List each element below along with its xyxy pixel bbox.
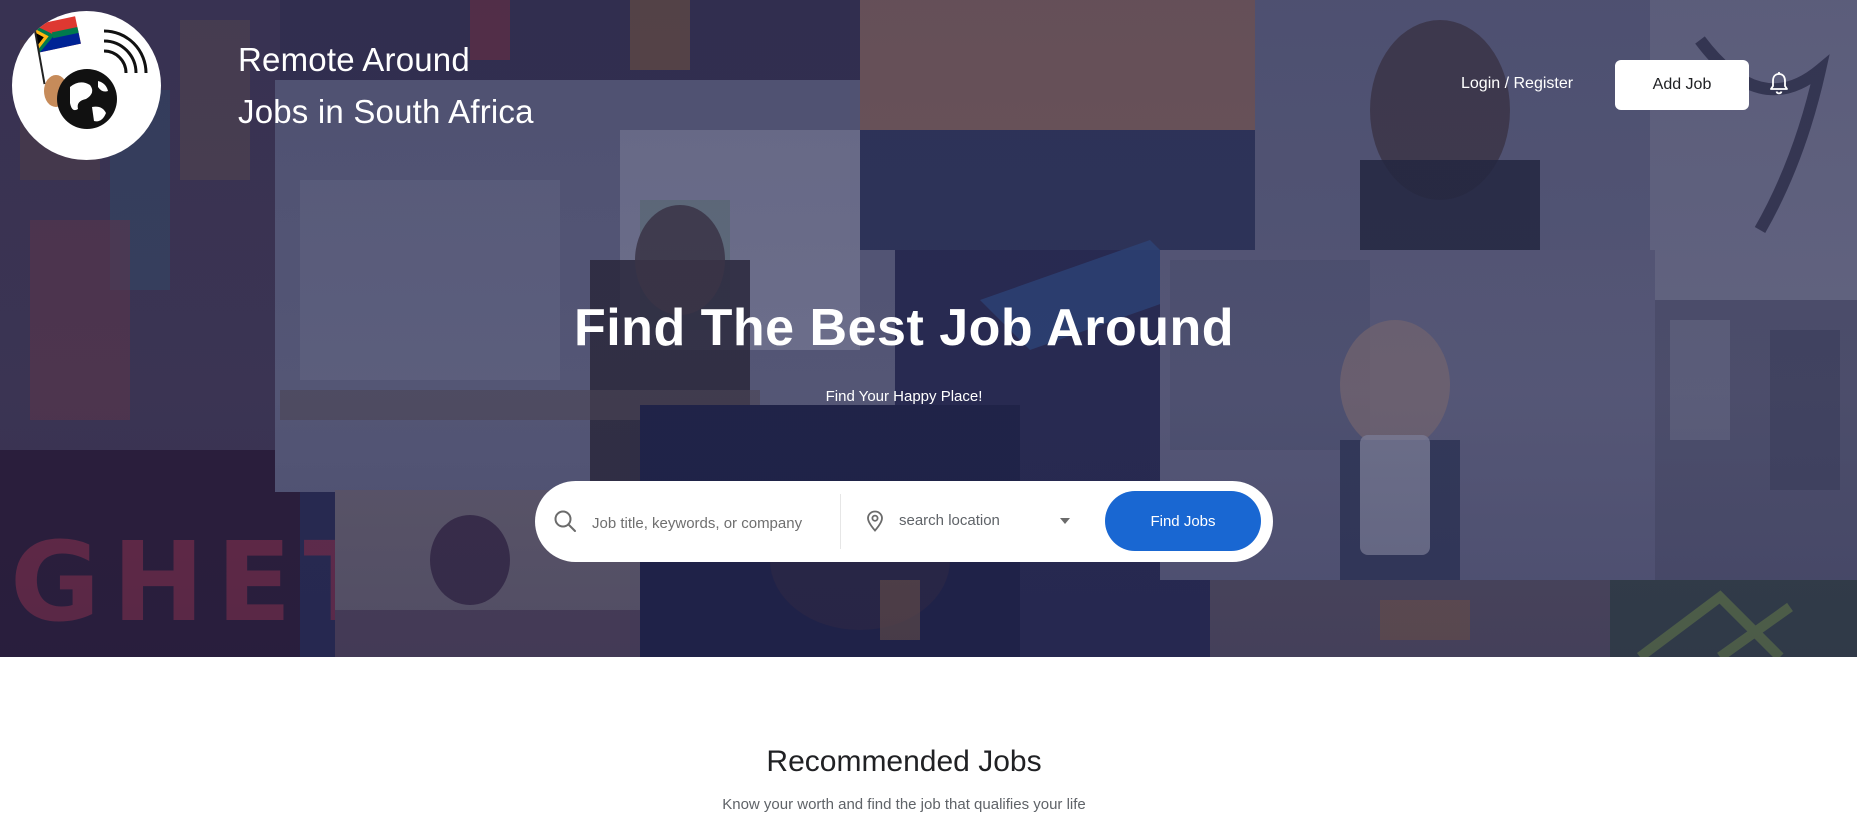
recommended-jobs-subtitle: Know your worth and find the job that qu… xyxy=(722,796,1086,813)
login-register-link[interactable]: Login / Register xyxy=(1461,74,1573,94)
hero-subline: Find Your Happy Place! xyxy=(825,388,983,405)
search-icon xyxy=(554,510,576,532)
site-title-line-1: Remote Around xyxy=(238,41,470,78)
bell-icon[interactable] xyxy=(1768,71,1790,95)
hero-headline: Find The Best Job Around xyxy=(573,299,1235,357)
find-jobs-button[interactable]: Find Jobs xyxy=(1105,491,1261,551)
recommended-jobs-title: Recommended Jobs xyxy=(766,745,1042,778)
search-divider xyxy=(840,494,841,549)
caret-down-icon xyxy=(1060,518,1070,524)
location-select[interactable]: search location xyxy=(892,507,1070,537)
map-pin-icon xyxy=(867,510,883,532)
globe-flag-logo-icon xyxy=(33,16,148,129)
keyword-search-input[interactable] xyxy=(590,509,824,537)
location-select-value: search location xyxy=(899,512,1000,529)
add-job-button[interactable]: Add Job xyxy=(1615,60,1749,110)
site-logo[interactable] xyxy=(12,11,161,160)
site-title[interactable]: Remote Around Jobs in South Africa xyxy=(238,34,534,138)
job-search-bar: search location Find Jobs xyxy=(535,481,1273,562)
site-title-line-2: Jobs in South Africa xyxy=(238,93,534,130)
